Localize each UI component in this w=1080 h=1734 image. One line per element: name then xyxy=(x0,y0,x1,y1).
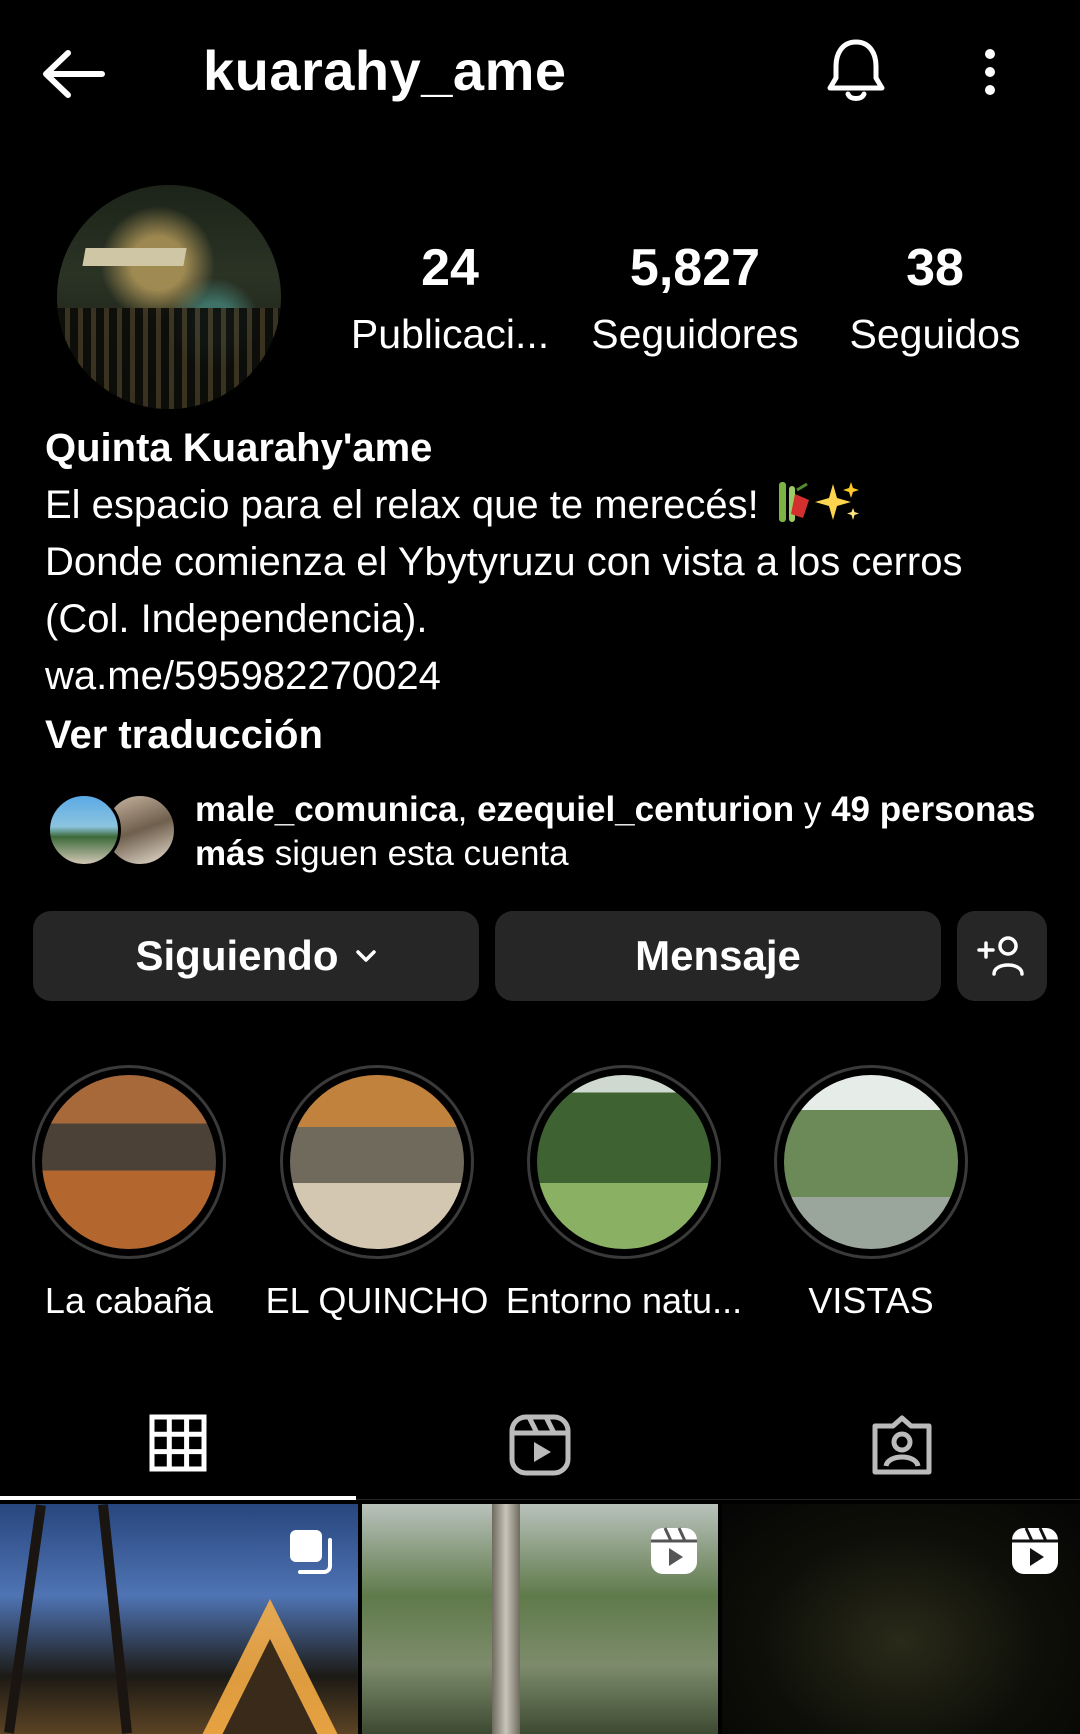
post-detail xyxy=(492,1504,520,1734)
story-highlights: La cabaña EL QUINCHO Entorno natu... VIS… xyxy=(0,1065,1080,1325)
post-detail xyxy=(220,1639,320,1734)
posts-grid xyxy=(0,1504,1080,1734)
bio-line: El espacio para el relax que te merecés! xyxy=(45,477,1055,534)
highlight-label: Entorno natu... xyxy=(505,1280,743,1321)
conjunction-text: y xyxy=(794,790,832,829)
following-button[interactable]: Siguiendo xyxy=(33,911,479,1001)
add-user-icon xyxy=(977,936,1024,976)
top-bar: kuarahy_ame xyxy=(0,0,1080,150)
avatar-detail xyxy=(57,308,281,409)
bell-icon xyxy=(827,39,885,101)
reels-icon xyxy=(509,1414,571,1476)
bio-text: (Col. Independencia). xyxy=(45,597,428,641)
profile-username: kuarahy_ame xyxy=(203,39,567,102)
reel-icon xyxy=(651,1527,697,1574)
reel-icon xyxy=(1012,1527,1058,1574)
highlight-ring xyxy=(527,1065,721,1259)
mutual-followers-text: male_comunica, ezequiel_centurion y 49 p… xyxy=(195,788,1075,876)
profile-avatar[interactable] xyxy=(57,185,281,409)
followers-count: 5,827 xyxy=(629,239,761,297)
highlight-item[interactable]: EL QUINCHO xyxy=(253,1065,501,1323)
highlight-cover xyxy=(537,1075,711,1249)
post-detail xyxy=(98,1504,132,1734)
followers-label: Seguidores xyxy=(591,311,799,357)
highlight-label: VISTAS xyxy=(808,1280,934,1321)
followers-stat[interactable]: 5,827 Seguidores xyxy=(570,238,820,362)
bamboo-icon xyxy=(773,480,813,522)
following-label: Seguidos xyxy=(849,311,1021,357)
bio-link[interactable]: wa.me/595982270024 xyxy=(45,648,1055,705)
avatar xyxy=(47,793,121,867)
highlight-item[interactable]: Entorno natu... xyxy=(500,1065,748,1323)
mutual-user[interactable]: ezequiel_centurion xyxy=(477,790,794,829)
highlight-label: EL QUINCHO xyxy=(265,1280,489,1321)
post-thumbnail[interactable] xyxy=(362,1504,718,1734)
back-button[interactable] xyxy=(40,36,120,112)
mutual-followers[interactable]: male_comunica, ezequiel_centurion y 49 p… xyxy=(45,788,1055,878)
sparkles-icon xyxy=(814,480,861,526)
profile-screen: kuarahy_ame 24 Publicaci... 5,827 Seguid… xyxy=(0,0,1080,1734)
more-options-button[interactable] xyxy=(968,40,1012,104)
highlight-item[interactable]: VISTAS xyxy=(747,1065,995,1323)
message-button-label: Mensaje xyxy=(635,932,801,979)
following-count: 38 xyxy=(906,239,964,297)
avatar-detail xyxy=(82,247,187,266)
highlight-ring xyxy=(774,1065,968,1259)
more-vertical-icon xyxy=(985,49,995,95)
back-arrow-icon xyxy=(43,50,105,98)
posts-stat[interactable]: 24 Publicaci... xyxy=(330,238,570,362)
notifications-button[interactable] xyxy=(820,34,892,110)
post-thumbnail[interactable] xyxy=(722,1504,1080,1734)
carousel-icon xyxy=(290,1530,332,1574)
posts-label: Publicaci... xyxy=(350,311,550,357)
suggested-users-button[interactable] xyxy=(957,911,1047,1001)
following-stat[interactable]: 38 Seguidos xyxy=(820,238,1050,362)
tagged-icon xyxy=(872,1415,932,1475)
followed-suffix: siguen esta cuenta xyxy=(265,834,569,873)
profile-stats: 24 Publicaci... 5,827 Seguidores 38 Segu… xyxy=(330,238,1050,368)
highlight-item[interactable]: La cabaña xyxy=(5,1065,253,1323)
chevron-down-icon xyxy=(355,950,376,962)
following-button-label: Siguiendo xyxy=(135,932,339,979)
highlight-ring xyxy=(32,1065,226,1259)
mutual-user[interactable]: male_comunica xyxy=(195,790,458,829)
tab-posts[interactable] xyxy=(0,1390,356,1500)
message-button[interactable]: Mensaje xyxy=(495,911,941,1001)
mutual-avatars xyxy=(47,793,177,867)
profile-bio: Quinta Kuarahy'ame El espacio para el re… xyxy=(45,420,1055,764)
tab-tagged[interactable] xyxy=(724,1390,1080,1500)
highlight-ring xyxy=(280,1065,474,1259)
grid-icon xyxy=(149,1414,207,1472)
bio-text: Donde comienza el Ybytyruzu con vista a … xyxy=(45,540,963,584)
see-translation-link[interactable]: Ver traducción xyxy=(45,707,1055,764)
post-detail xyxy=(4,1504,46,1734)
separator-text: , xyxy=(457,790,478,829)
highlight-cover xyxy=(784,1075,958,1249)
profile-tabs xyxy=(0,1390,1080,1500)
bio-text: El espacio para el relax que te merecés! xyxy=(45,483,759,527)
post-thumbnail[interactable] xyxy=(0,1504,358,1734)
highlight-label: La cabaña xyxy=(44,1280,214,1321)
highlight-cover xyxy=(290,1075,464,1249)
tab-reels[interactable] xyxy=(362,1390,718,1500)
highlight-cover xyxy=(42,1075,216,1249)
posts-count: 24 xyxy=(421,239,479,297)
profile-display-name: Quinta Kuarahy'ame xyxy=(45,426,433,470)
